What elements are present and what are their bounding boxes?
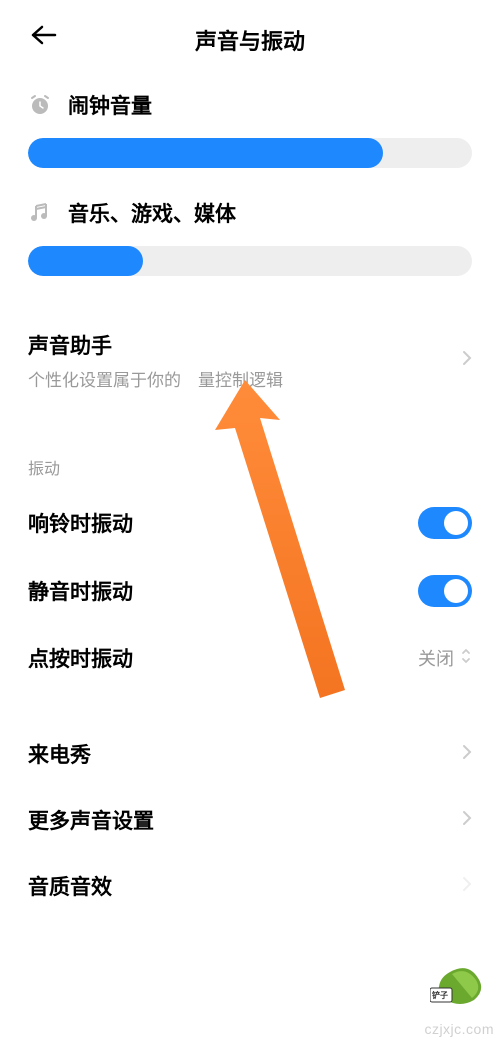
ring-vibrate-toggle[interactable] xyxy=(418,507,472,539)
music-note-icon xyxy=(28,201,52,225)
alarm-volume-label: 闹钟音量 xyxy=(68,90,152,120)
silent-vibrate-row[interactable]: 静音时振动 xyxy=(28,557,472,625)
header: 声音与振动 xyxy=(0,0,500,70)
tap-vibrate-value: 关闭 xyxy=(418,645,454,671)
chevron-right-icon xyxy=(462,876,472,897)
chevron-right-icon xyxy=(462,744,472,765)
chevron-right-icon xyxy=(462,810,472,831)
call-show-label: 来电秀 xyxy=(28,739,91,769)
media-volume-slider[interactable] xyxy=(28,246,472,276)
silent-vibrate-label: 静音时振动 xyxy=(28,576,133,606)
page-title: 声音与振动 xyxy=(24,24,476,56)
updown-icon xyxy=(460,647,472,670)
ring-vibrate-label: 响铃时振动 xyxy=(28,508,133,538)
sound-assistant-subtitle: 个性化设置属于你的音量控制逻辑 xyxy=(28,366,283,391)
sound-assistant-row[interactable]: 声音助手 个性化设置属于你的音量控制逻辑 xyxy=(28,306,472,415)
more-sound-settings-row[interactable]: 更多声音设置 xyxy=(28,787,472,853)
alarm-volume-section: 闹钟音量 xyxy=(28,90,472,168)
svg-text:铲子: 铲子 xyxy=(432,990,448,1000)
sound-quality-row[interactable]: 音质音效 xyxy=(28,853,472,919)
media-volume-section: 音乐、游戏、媒体 xyxy=(28,198,472,276)
alarm-clock-icon xyxy=(28,93,52,117)
media-volume-label: 音乐、游戏、媒体 xyxy=(68,198,236,228)
sound-quality-label: 音质音效 xyxy=(28,871,112,901)
watermark-logo: 铲子 xyxy=(430,960,490,1011)
ring-vibrate-row[interactable]: 响铃时振动 xyxy=(28,489,472,557)
tap-vibrate-row[interactable]: 点按时振动 关闭 xyxy=(28,625,472,691)
silent-vibrate-toggle[interactable] xyxy=(418,575,472,607)
more-sound-settings-label: 更多声音设置 xyxy=(28,805,154,835)
tap-vibrate-label: 点按时振动 xyxy=(28,643,133,673)
vibration-section-header: 振动 xyxy=(28,455,472,479)
watermark-text: czjxjc.com xyxy=(424,1021,494,1037)
back-arrow-icon xyxy=(30,24,58,46)
chevron-right-icon xyxy=(462,350,472,371)
call-show-row[interactable]: 来电秀 xyxy=(28,721,472,787)
back-button[interactable] xyxy=(30,24,58,51)
content-area: 闹钟音量 音乐、游戏、媒体 声音助手 个性化设置属于你的音量控制逻辑 xyxy=(0,70,500,919)
alarm-volume-slider[interactable] xyxy=(28,138,472,168)
sound-assistant-title: 声音助手 xyxy=(28,330,283,360)
